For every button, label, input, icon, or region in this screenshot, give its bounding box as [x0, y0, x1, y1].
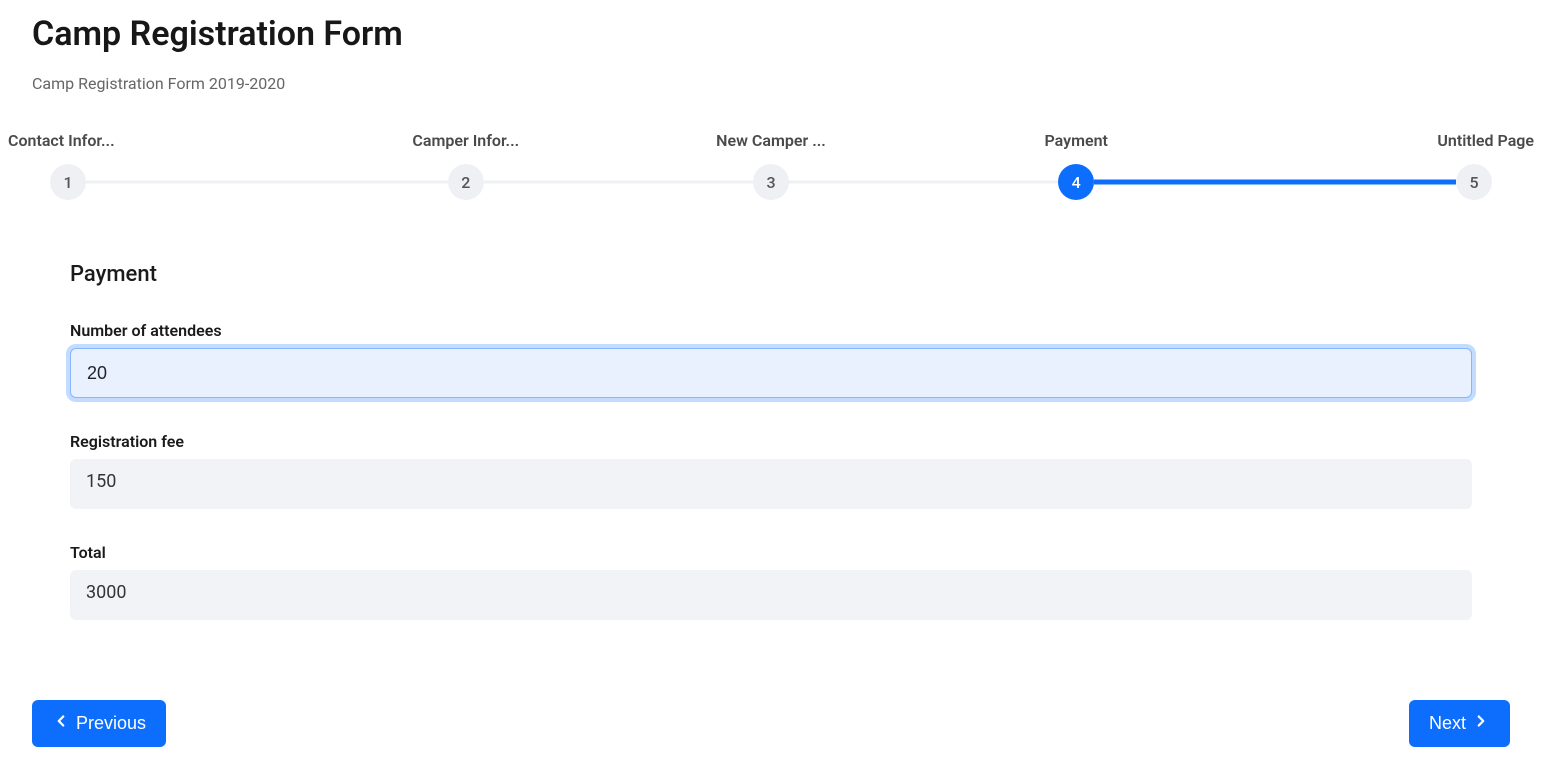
- previous-button[interactable]: Previous: [32, 700, 166, 747]
- step-circle: 5: [1456, 164, 1492, 200]
- field-label: Registration fee: [70, 432, 1472, 451]
- page-subtitle: Camp Registration Form 2019-2020: [32, 74, 1510, 93]
- step-circle: 4: [1058, 164, 1094, 200]
- step-connector: [600, 181, 753, 184]
- step-connector: [295, 181, 448, 184]
- step-circle: 3: [753, 164, 789, 200]
- field-label: Total: [70, 543, 1472, 562]
- next-button-label: Next: [1429, 713, 1466, 734]
- step-new-camper[interactable]: New Camper ... 3: [618, 131, 923, 200]
- step-camper-info[interactable]: Camper Infor... 2: [313, 131, 618, 200]
- step-circle: 2: [448, 164, 484, 200]
- page-title: Camp Registration Form: [32, 14, 1510, 54]
- next-button[interactable]: Next: [1409, 700, 1510, 747]
- registration-fee-display: 150: [70, 459, 1472, 509]
- step-connector: [1211, 180, 1456, 185]
- step-untitled[interactable]: Untitled Page 5: [1229, 131, 1534, 200]
- stepper: Contact Infor... 1 Camper Infor... 2 New…: [0, 131, 1542, 200]
- step-payment[interactable]: Payment 4: [924, 131, 1229, 200]
- step-label: Contact Infor...: [8, 131, 115, 150]
- step-label: Camper Infor...: [412, 131, 519, 150]
- field-label: Number of attendees: [70, 321, 1472, 340]
- step-connector: [906, 181, 1059, 184]
- field-number-of-attendees: Number of attendees: [70, 321, 1472, 398]
- step-label: Payment: [1045, 131, 1108, 150]
- section-title-payment: Payment: [70, 262, 1472, 287]
- chevron-right-icon: [1472, 712, 1490, 735]
- field-total: Total 3000: [70, 543, 1472, 620]
- step-circle: 1: [50, 164, 86, 200]
- chevron-left-icon: [52, 712, 70, 735]
- previous-button-label: Previous: [76, 713, 146, 734]
- attendees-input[interactable]: [70, 348, 1472, 398]
- field-registration-fee: Registration fee 150: [70, 432, 1472, 509]
- step-contact-info[interactable]: Contact Infor... 1: [8, 131, 313, 200]
- step-label: Untitled Page: [1437, 131, 1534, 150]
- total-display: 3000: [70, 570, 1472, 620]
- step-label: New Camper ...: [716, 131, 826, 150]
